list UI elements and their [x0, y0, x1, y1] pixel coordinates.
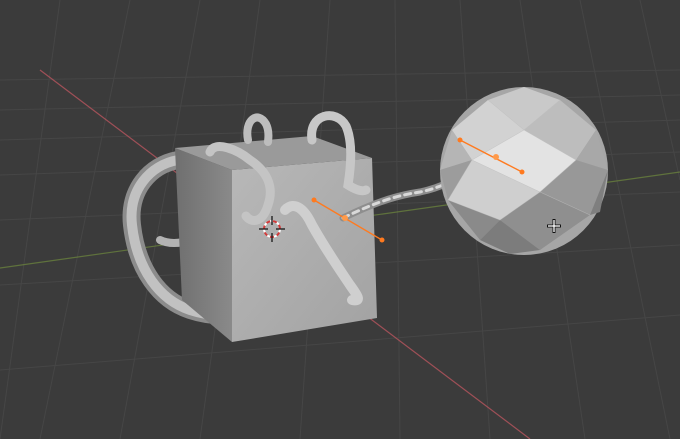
- tube-top-loop-1[interactable]: [243, 113, 273, 146]
- 3d-viewport[interactable]: [0, 0, 680, 439]
- viewport-canvas[interactable]: [0, 0, 680, 439]
